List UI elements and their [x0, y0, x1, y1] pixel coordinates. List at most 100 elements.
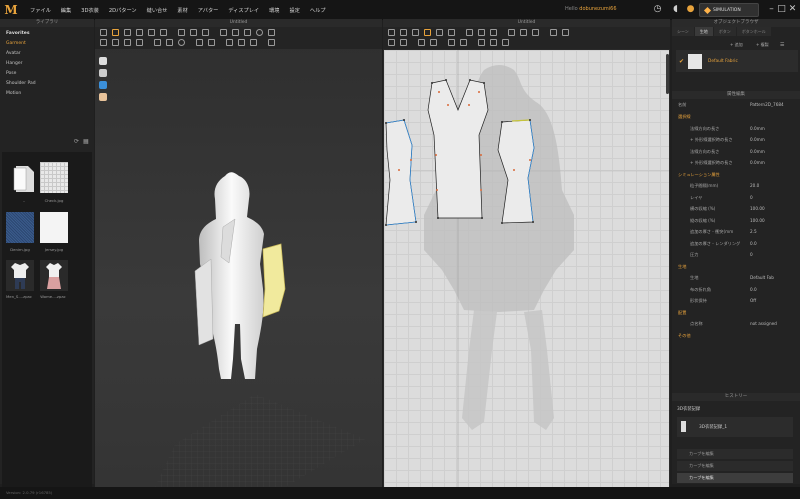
- curve-point-icon[interactable]: [424, 29, 431, 36]
- property-value[interactable]: 0.0mm: [750, 158, 765, 168]
- tree-garment[interactable]: Garment: [2, 39, 92, 49]
- menu-3d-garment[interactable]: 3D衣装: [76, 7, 104, 14]
- denim-fabric-thumb[interactable]: [6, 212, 34, 243]
- edit-point-icon[interactable]: [400, 29, 407, 36]
- move-tool-icon[interactable]: [100, 29, 107, 36]
- grab-tool-icon[interactable]: [112, 39, 119, 46]
- tack-tool-icon[interactable]: [148, 29, 155, 36]
- property-section[interactable]: その他: [672, 331, 800, 341]
- property-value[interactable]: Default Fab: [750, 273, 774, 283]
- annotation-icon[interactable]: [478, 39, 485, 46]
- steam-tool-icon[interactable]: [178, 29, 185, 36]
- transform-tool-icon[interactable]: [124, 29, 131, 36]
- layer-tool-icon[interactable]: [238, 39, 245, 46]
- menu-file[interactable]: ファイル: [25, 7, 56, 14]
- property-value[interactable]: 2.5: [750, 227, 757, 237]
- add-fabric-button[interactable]: + 追加: [730, 42, 743, 48]
- menu-sewing[interactable]: 縫い合せ: [142, 7, 173, 14]
- property-value[interactable]: 20.0: [750, 181, 759, 191]
- view-tool-icon[interactable]: [100, 39, 107, 46]
- property-section[interactable]: 配置: [672, 308, 800, 318]
- pin-tool-icon[interactable]: [136, 29, 143, 36]
- list-view-icon[interactable]: ☰: [780, 42, 784, 48]
- menu-environment[interactable]: 環境: [264, 7, 284, 14]
- check-fabric-thumb[interactable]: [40, 162, 68, 193]
- tree-avatar[interactable]: Avatar: [2, 49, 92, 59]
- measure-tool-icon[interactable]: [202, 29, 209, 36]
- property-value[interactable]: 0.0mm: [750, 135, 765, 145]
- property-section[interactable]: シミュレーション属性: [672, 170, 800, 180]
- ruler-icon[interactable]: [502, 39, 509, 46]
- line-tool-icon[interactable]: [136, 39, 143, 46]
- history-row[interactable]: カーブを編集: [677, 461, 793, 471]
- property-value[interactable]: not assigned: [750, 319, 777, 329]
- sewing-tool-icon[interactable]: [190, 29, 197, 36]
- grid-view-icon[interactable]: ▦: [83, 138, 89, 145]
- left-side-pattern[interactable]: [385, 119, 417, 226]
- fold-tool-icon[interactable]: [160, 29, 167, 36]
- menu-edit[interactable]: 編集: [56, 7, 76, 14]
- internal-rect-icon[interactable]: [478, 29, 485, 36]
- property-value[interactable]: Off: [750, 296, 756, 306]
- hanger-tool-icon[interactable]: [232, 29, 239, 36]
- property-value[interactable]: 100.00: [750, 204, 765, 214]
- grain-icon[interactable]: [400, 39, 407, 46]
- history-row-active[interactable]: カーブを編集: [677, 473, 793, 483]
- symmetric-icon[interactable]: [490, 39, 497, 46]
- timer-icon[interactable]: ◷: [652, 4, 663, 15]
- avatar-tool-icon[interactable]: [220, 29, 227, 36]
- tab-buttonhole[interactable]: ボタンホール: [736, 27, 771, 36]
- tree-pose[interactable]: Pose: [2, 69, 92, 79]
- arrange-tool-icon[interactable]: [226, 39, 233, 46]
- button-tool-icon[interactable]: [244, 29, 251, 36]
- menu-settings[interactable]: 設定: [284, 7, 304, 14]
- edit-tool-icon[interactable]: [268, 39, 275, 46]
- trace-icon[interactable]: [448, 39, 455, 46]
- pattern-name-value[interactable]: Pattern2D_7684: [750, 100, 784, 110]
- tree-shoulder-pad[interactable]: Shoulder Pad: [2, 79, 92, 89]
- property-value[interactable]: 0.0mm: [750, 147, 765, 157]
- history-item[interactable]: 3D衣装記録_1: [677, 417, 793, 437]
- property-value[interactable]: 100.00: [750, 216, 765, 226]
- menu-avatar[interactable]: アバター: [193, 7, 224, 14]
- viewport-2d[interactable]: Untitled: [383, 19, 670, 487]
- pattern-zoom-icon[interactable]: [562, 29, 569, 36]
- segment-sew-icon[interactable]: [508, 29, 515, 36]
- history-row[interactable]: カーブを編集: [677, 449, 793, 459]
- tree-hanger[interactable]: Hanger: [2, 59, 92, 69]
- tab-scene[interactable]: シーン: [672, 27, 694, 36]
- zipper-tool-icon[interactable]: [268, 29, 275, 36]
- tab-fabric[interactable]: 生地: [694, 27, 713, 36]
- rectangle-icon[interactable]: [448, 29, 455, 36]
- folder-up-thumb[interactable]: [10, 162, 38, 193]
- viewport-3d[interactable]: Untitled: [95, 19, 382, 487]
- menu-materials[interactable]: 素材: [172, 7, 192, 14]
- menu-display[interactable]: ディスプレイ: [223, 7, 264, 14]
- texture-tool-icon[interactable]: [196, 39, 203, 46]
- texture-edit-icon[interactable]: [388, 39, 395, 46]
- pattern-piece-selected[interactable]: [262, 243, 286, 318]
- shrink-tool-icon[interactable]: [250, 39, 257, 46]
- tree-favorites[interactable]: Favorites: [2, 29, 92, 39]
- men-garment-thumb[interactable]: [6, 260, 34, 291]
- fold-arrange-icon[interactable]: [550, 29, 557, 36]
- buttonhole-2d-icon[interactable]: [430, 39, 437, 46]
- viewport-2d-scrollbar[interactable]: [666, 54, 669, 94]
- tab-button[interactable]: ボタン: [713, 27, 736, 36]
- pattern-piece-left[interactable]: [194, 258, 214, 346]
- internal-polygon-icon[interactable]: [466, 29, 473, 36]
- sphere-tool-icon[interactable]: [178, 39, 185, 46]
- property-value[interactable]: 0.0: [750, 285, 757, 295]
- jersey-fabric-thumb[interactable]: [40, 212, 68, 243]
- record-icon[interactable]: ●: [685, 4, 696, 15]
- check-sew-icon[interactable]: [532, 29, 539, 36]
- edit-pattern-icon[interactable]: [388, 29, 395, 36]
- edit-curve-icon[interactable]: [412, 29, 419, 36]
- property-section[interactable]: 生地: [672, 262, 800, 272]
- speaker-icon[interactable]: ◖: [670, 4, 681, 15]
- tree-motion[interactable]: Motion: [2, 89, 92, 99]
- lasso-icon[interactable]: [460, 39, 467, 46]
- women-garment-thumb[interactable]: [40, 260, 68, 291]
- simulation-button[interactable]: SIMULATION: [699, 3, 759, 17]
- select-tool-icon[interactable]: [112, 29, 119, 36]
